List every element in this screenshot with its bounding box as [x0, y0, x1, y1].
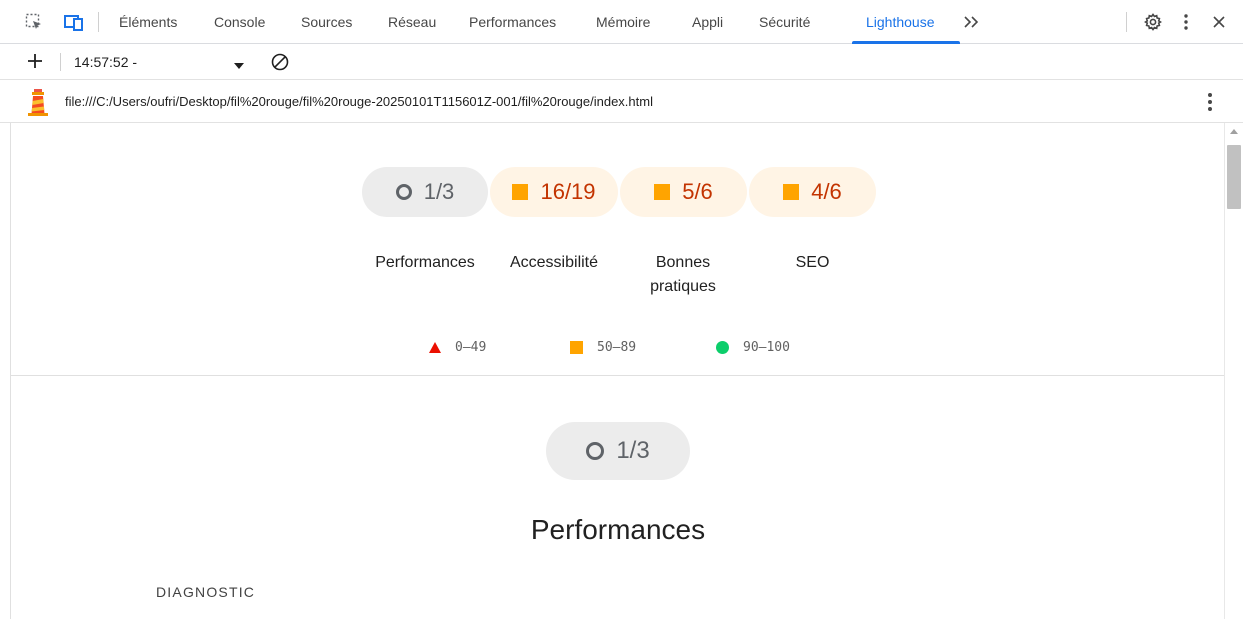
settings-gear-icon[interactable]	[1143, 12, 1163, 32]
category-title: Performances	[530, 514, 706, 545]
new-report-plus-icon[interactable]	[24, 50, 46, 72]
lighthouse-toolbar: 14:57:52 -	[0, 44, 1243, 80]
tab-sources[interactable]: Sources	[301, 0, 352, 44]
report-scrollbar[interactable]	[1224, 123, 1243, 619]
gauge-label-best-practices[interactable]: Bonnes pratiques	[637, 251, 729, 299]
gauge-score: 1/3	[423, 179, 455, 204]
tab-application[interactable]: Appli	[692, 0, 723, 44]
more-options-icon[interactable]	[1176, 12, 1196, 32]
close-icon[interactable]	[1209, 12, 1229, 32]
gauge-best-practices[interactable]: 5/6	[620, 167, 747, 217]
legend-range: 0–49	[455, 339, 487, 355]
clear-reports-icon[interactable]	[270, 52, 290, 72]
report-url-bar: file:///C:/Users/oufri/Desktop/fil%20rou…	[0, 80, 1243, 123]
devtools-tabbar: Éléments Console Sources Réseau Performa…	[0, 0, 1243, 44]
average-score-icon	[512, 184, 529, 200]
tab-lighthouse[interactable]: Lighthouse	[866, 0, 935, 44]
gauge-label-seo[interactable]: SEO	[749, 251, 876, 275]
scrollbar-thumb[interactable]	[1227, 145, 1241, 209]
gauge-seo[interactable]: 4/6	[749, 167, 876, 217]
gauge-score: 16/19	[540, 179, 596, 204]
report-menu-icon[interactable]	[1200, 90, 1220, 114]
diagnostic-heading: DIAGNOSTIC	[156, 584, 256, 600]
toolbar-separator	[98, 12, 99, 32]
toolbar-separator	[1126, 12, 1127, 32]
toolbar-separator	[60, 53, 61, 71]
gauge-label-performance[interactable]: Performances	[362, 251, 488, 275]
category-gauge-performance: 1/3	[546, 422, 690, 480]
pass-circle-icon	[716, 340, 729, 354]
inspect-element-icon[interactable]	[24, 12, 44, 32]
fail-triangle-icon	[429, 341, 441, 353]
tab-elements[interactable]: Éléments	[119, 0, 177, 44]
average-square-icon	[570, 340, 583, 354]
lighthouse-logo-icon	[26, 88, 50, 116]
neutral-score-icon	[586, 442, 605, 460]
neutral-score-icon	[395, 184, 412, 200]
legend-fail: 0–49	[429, 337, 486, 357]
tab-network[interactable]: Réseau	[388, 0, 436, 44]
tab-security[interactable]: Sécurité	[759, 0, 810, 44]
category-score: 1/3	[616, 437, 650, 464]
tab-console[interactable]: Console	[214, 0, 265, 44]
tab-memory[interactable]: Mémoire	[596, 0, 650, 44]
gauge-performance[interactable]: 1/3	[362, 167, 488, 217]
lighthouse-report: 1/3 16/19 5/6 4/6 Performances Accessibi…	[10, 123, 1225, 619]
section-divider	[11, 375, 1225, 376]
gauge-score: 5/6	[682, 179, 713, 204]
gauge-score: 4/6	[811, 179, 842, 204]
report-url[interactable]: file:///C:/Users/oufri/Desktop/fil%20rou…	[65, 80, 653, 123]
more-tabs-chevron-icon[interactable]	[962, 12, 982, 32]
legend-range: 50–89	[597, 339, 637, 355]
legend-range: 90–100	[743, 339, 790, 355]
scroll-up-arrow-icon[interactable]	[1230, 129, 1238, 134]
dropdown-caret-icon[interactable]	[234, 58, 244, 69]
report-selector[interactable]: 14:57:52 -	[74, 44, 137, 80]
average-score-icon	[783, 184, 800, 200]
average-score-icon	[654, 184, 671, 200]
legend-pass: 90–100	[716, 337, 790, 357]
tab-performance[interactable]: Performances	[469, 0, 556, 44]
gauge-accessibility[interactable]: 16/19	[490, 167, 618, 217]
gauge-label-accessibility[interactable]: Accessibilité	[490, 251, 618, 275]
legend-average: 50–89	[570, 337, 636, 357]
device-toolbar-icon[interactable]	[64, 12, 84, 32]
